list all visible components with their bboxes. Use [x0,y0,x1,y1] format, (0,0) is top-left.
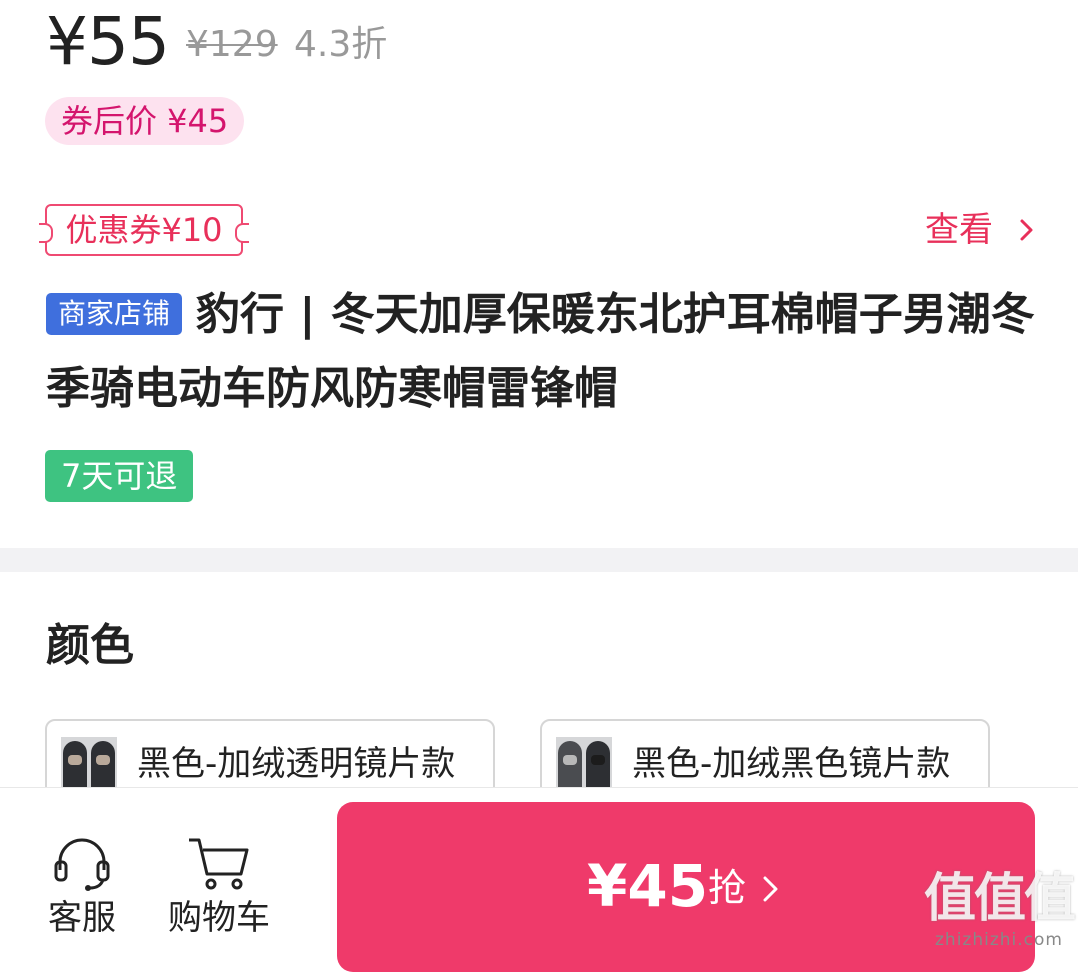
site-watermark: 值值值 zhizhizhi.com [924,868,1076,950]
section-divider [0,548,1078,572]
customer-service-label: 客服 [48,898,116,938]
chevron-right-icon [763,876,778,902]
option-thumbnail [61,737,117,793]
cart-icon [189,838,249,890]
coupon-label: 优惠券¥10 [65,211,223,249]
coupon-notch-left [39,223,53,243]
return-policy-badge: 7天可退 [45,450,194,502]
coupon-notch-right [235,223,249,243]
headset-icon [54,838,110,891]
discount-rate: 4.3折 [294,24,388,65]
view-coupon-link[interactable]: 查看 [925,205,993,255]
watermark-url: zhizhizhi.com [935,930,1063,950]
option-label: 黑色-加绒透明镜片款 [137,744,456,784]
buy-button-label: 抢 [708,866,747,910]
buy-button-price: ¥45 [587,852,709,920]
shopping-cart-label: 购物车 [168,898,270,938]
option-label: 黑色-加绒黑色镜片款 [632,744,951,784]
shop-badge: 商家店铺 [46,293,183,335]
color-section-heading: 颜色 [46,620,134,671]
after-coupon-price-badge: 券后价 ¥45 [45,97,245,145]
original-price: ¥129 [186,24,278,65]
current-price: ¥55 [46,3,170,80]
option-thumbnail [556,737,612,793]
coupon-tag[interactable]: 优惠券¥10 [39,204,249,256]
chevron-right-icon[interactable] [1014,217,1040,243]
product-title-block: 商家店铺 豹行 | 冬天加厚保暖东北护耳棉帽子男潮冬季骑电动车防风防寒帽雷锋帽 [46,278,1036,426]
shopping-cart-button[interactable]: 购物车 [164,836,274,940]
customer-service-button[interactable]: 客服 [44,836,120,940]
watermark-logo: 值值值 [924,869,1076,929]
product-title: 豹行 | 冬天加厚保暖东北护耳棉帽子男潮冬季骑电动车防风防寒帽雷锋帽 [46,289,1035,414]
